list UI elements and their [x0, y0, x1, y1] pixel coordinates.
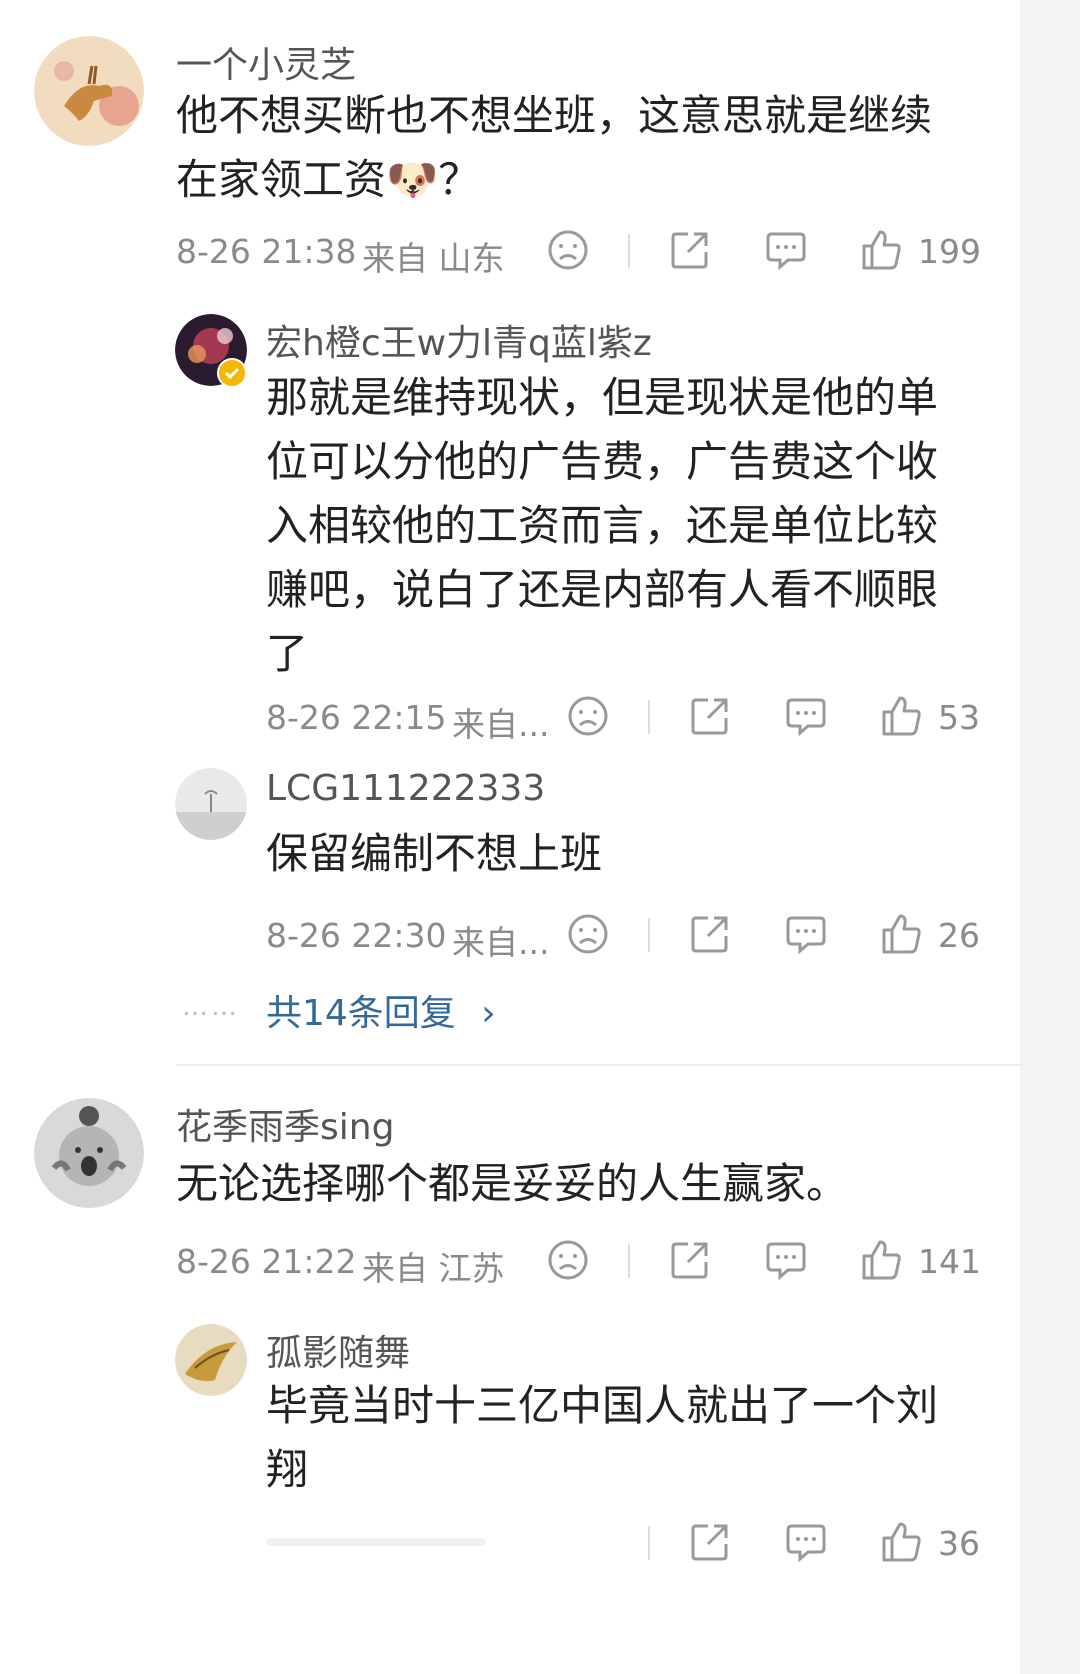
comment-text: 无论选择哪个都是妥妥的人生赢家。 [176, 1159, 849, 1208]
comment-text: 他不想买断也不想坐班，这意思就是继续 在家领工资🐶？ [176, 91, 933, 204]
avatar[interactable] [34, 36, 144, 146]
thumbs-up-icon[interactable] [860, 228, 904, 272]
reply-text: 那就是维持现状，但是现状是他的单 位可以分他的广告费，广告费这个收 入相较他的工… [266, 373, 939, 678]
like-count: 53 [938, 698, 980, 737]
avatar[interactable] [175, 768, 247, 840]
share-icon[interactable] [688, 694, 732, 738]
username[interactable]: 花季雨季sing [176, 1098, 394, 1150]
chevron-right-icon: › [481, 993, 496, 1034]
like-count: 199 [918, 232, 981, 271]
username[interactable]: 一个小灵芝 [176, 36, 356, 88]
ellipsis: …… [182, 992, 240, 1022]
like-count: 36 [938, 1524, 980, 1563]
dislike-face-icon[interactable] [566, 912, 610, 956]
divider [648, 918, 650, 952]
comment-meta: 8-26 21:22 来自 江苏 141 [176, 1238, 986, 1288]
like-count: 26 [938, 916, 980, 955]
dislike-face-icon[interactable] [546, 228, 590, 272]
dislike-face-icon[interactable] [546, 1238, 590, 1282]
location: 来自 江苏 [362, 1249, 505, 1288]
comment-meta: 8-26 21:38 来自 山东 199 [176, 228, 986, 278]
timestamp: 8-26 22:15 [266, 698, 447, 737]
divider [628, 234, 630, 268]
share-icon[interactable] [688, 912, 732, 956]
like-count: 141 [918, 1242, 981, 1281]
avatar[interactable] [175, 1324, 247, 1396]
divider [648, 1526, 650, 1560]
comment-icon[interactable] [784, 1520, 828, 1564]
reply-text: 毕竟当时十三亿中国人就出了一个刘 翔 [266, 1381, 939, 1494]
timestamp: 8-26 21:22 [176, 1242, 357, 1281]
reply-meta: 8-26 22:30 来自... 26 [266, 912, 986, 962]
comment-icon[interactable] [764, 228, 808, 272]
comment-icon[interactable] [784, 694, 828, 738]
thumbs-up-icon[interactable] [880, 694, 924, 738]
dislike-face-icon[interactable] [566, 694, 610, 738]
username[interactable]: 宏h橙c王w力l青q蓝l紫z [266, 314, 652, 366]
location: 来自 山东 [362, 239, 505, 278]
username[interactable]: 孤影随舞 [266, 1324, 410, 1376]
share-icon[interactable] [668, 228, 712, 272]
thumbs-up-icon[interactable] [860, 1238, 904, 1282]
divider [648, 700, 650, 734]
comment-divider [176, 1064, 1020, 1066]
verified-badge-icon [217, 358, 247, 388]
comment-icon[interactable] [764, 1238, 808, 1282]
timestamp: 8-26 21:38 [176, 232, 357, 271]
location: 来自... [452, 705, 550, 744]
right-gutter [1020, 0, 1080, 1674]
timestamp: 8-26 22:30 [266, 916, 447, 955]
reply-text: 保留编制不想上班 [266, 829, 603, 878]
share-icon[interactable] [668, 1238, 712, 1282]
thumbs-up-icon[interactable] [880, 912, 924, 956]
view-more-replies-link[interactable]: 共14条回复 › [266, 984, 496, 1036]
avatar[interactable] [34, 1098, 144, 1208]
reply-meta: 8-26 22:15 来自... 53 [266, 694, 986, 744]
location: 来自... [452, 923, 550, 962]
share-icon[interactable] [688, 1520, 732, 1564]
thumbs-up-icon[interactable] [880, 1520, 924, 1564]
timestamp-placeholder [266, 1538, 486, 1546]
comment-icon[interactable] [784, 912, 828, 956]
reply-meta: 36 [266, 1520, 986, 1568]
username[interactable]: LCG111222333 [266, 768, 545, 809]
divider [628, 1244, 630, 1278]
